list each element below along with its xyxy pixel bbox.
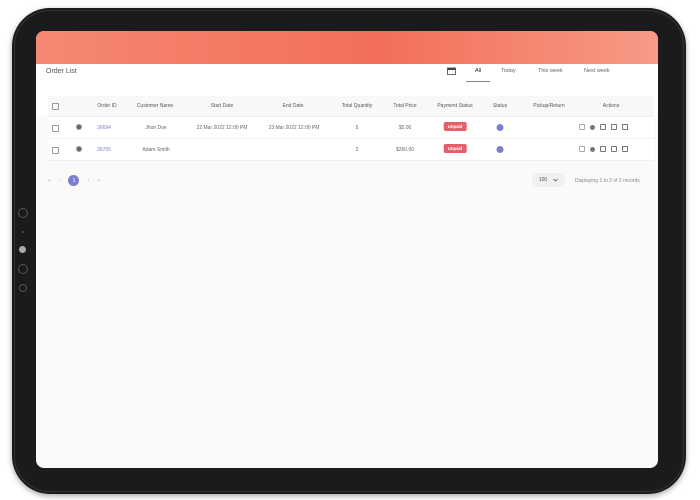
page-title: Order List bbox=[46, 68, 77, 75]
edit-icon[interactable] bbox=[600, 124, 606, 130]
column-header[interactable]: Total Quantity bbox=[342, 103, 373, 109]
total-quantity: 5 bbox=[355, 125, 359, 131]
column-header[interactable]: Customer Name bbox=[137, 103, 173, 109]
view-icon[interactable] bbox=[590, 147, 595, 152]
total-price: $260.00 bbox=[395, 147, 415, 153]
side-button[interactable] bbox=[18, 208, 28, 218]
order-id[interactable]: 36705 bbox=[97, 147, 111, 153]
column-header[interactable]: Order ID bbox=[97, 103, 116, 109]
column-header: Actions bbox=[602, 103, 620, 109]
order-id[interactable]: 36694 bbox=[97, 125, 111, 131]
pagination: « ‹ 1 › » bbox=[48, 175, 100, 186]
end-date: 23 Mar 2022 12:00 PM bbox=[268, 125, 320, 131]
prev-page-button[interactable]: ‹ bbox=[59, 178, 61, 184]
table-row[interactable]: 36694 Jhon Doe 22 Mar 2022 12:00 PM 23 M… bbox=[48, 117, 654, 139]
table-header: Order ID Customer Name Start Date End Da… bbox=[48, 96, 654, 117]
row-checkbox[interactable] bbox=[52, 147, 59, 154]
select-all-checkbox[interactable] bbox=[52, 103, 59, 110]
status-indicator bbox=[496, 124, 504, 131]
edit-icon[interactable] bbox=[600, 146, 606, 152]
total-price: $5.00 bbox=[398, 125, 412, 131]
customer-name: Adam Smith bbox=[142, 147, 170, 153]
view-icon[interactable] bbox=[590, 125, 595, 130]
column-header[interactable]: Payment Status bbox=[437, 103, 472, 109]
column-header[interactable]: End Date bbox=[283, 103, 304, 109]
tab-this-week[interactable]: This week bbox=[538, 68, 563, 74]
payment-status-badge: Unpaid bbox=[443, 144, 467, 153]
total-quantity: 2 bbox=[355, 147, 359, 153]
records-info: Displaying 1 to 2 of 2 records bbox=[575, 178, 640, 184]
trash-icon[interactable] bbox=[622, 146, 628, 152]
start-date: 22 Mar 2022 12:00 PM bbox=[196, 125, 248, 131]
app-header bbox=[36, 31, 658, 64]
copy-icon[interactable] bbox=[611, 124, 617, 130]
orders-table: Order ID Customer Name Start Date End Da… bbox=[48, 96, 654, 161]
app-screen: Order List All Today This week Next week… bbox=[36, 31, 658, 468]
side-dot bbox=[22, 231, 24, 233]
copy-icon[interactable] bbox=[611, 146, 617, 152]
row-checkbox[interactable] bbox=[52, 125, 59, 132]
column-header[interactable]: Pickup/Return bbox=[533, 103, 564, 109]
chevron-down-icon bbox=[553, 178, 558, 182]
first-page-button[interactable]: « bbox=[48, 178, 51, 184]
next-page-button[interactable]: › bbox=[87, 178, 89, 184]
status-indicator bbox=[496, 146, 504, 153]
column-header[interactable]: Status bbox=[493, 103, 507, 109]
per-page-select[interactable]: 100 bbox=[532, 173, 565, 187]
trash-icon[interactable] bbox=[622, 124, 628, 130]
active-tab-indicator bbox=[466, 81, 490, 82]
column-header[interactable]: Start Date bbox=[211, 103, 234, 109]
row-actions bbox=[579, 124, 628, 130]
side-button[interactable] bbox=[19, 284, 27, 292]
document-icon[interactable] bbox=[579, 124, 585, 130]
customer-name: Jhon Doe bbox=[145, 125, 167, 131]
calendar-icon[interactable] bbox=[447, 67, 456, 75]
gear-icon[interactable] bbox=[76, 146, 82, 152]
last-page-button[interactable]: » bbox=[97, 178, 100, 184]
camera-icon bbox=[19, 246, 26, 253]
tab-all[interactable]: All bbox=[475, 68, 481, 74]
document-icon[interactable] bbox=[579, 146, 585, 152]
payment-status-badge: Unpaid bbox=[443, 122, 467, 131]
tab-today[interactable]: Today bbox=[501, 68, 516, 74]
page-1-button[interactable]: 1 bbox=[68, 175, 80, 186]
table-row[interactable]: 36705 Adam Smith 2 $260.00 Unpaid bbox=[48, 139, 654, 161]
gear-icon[interactable] bbox=[76, 124, 82, 130]
row-actions bbox=[579, 146, 628, 152]
side-button[interactable] bbox=[18, 264, 28, 274]
column-header[interactable]: Total Price bbox=[393, 103, 416, 109]
per-page-value: 100 bbox=[538, 177, 548, 183]
tab-next-week[interactable]: Next week bbox=[584, 68, 610, 74]
